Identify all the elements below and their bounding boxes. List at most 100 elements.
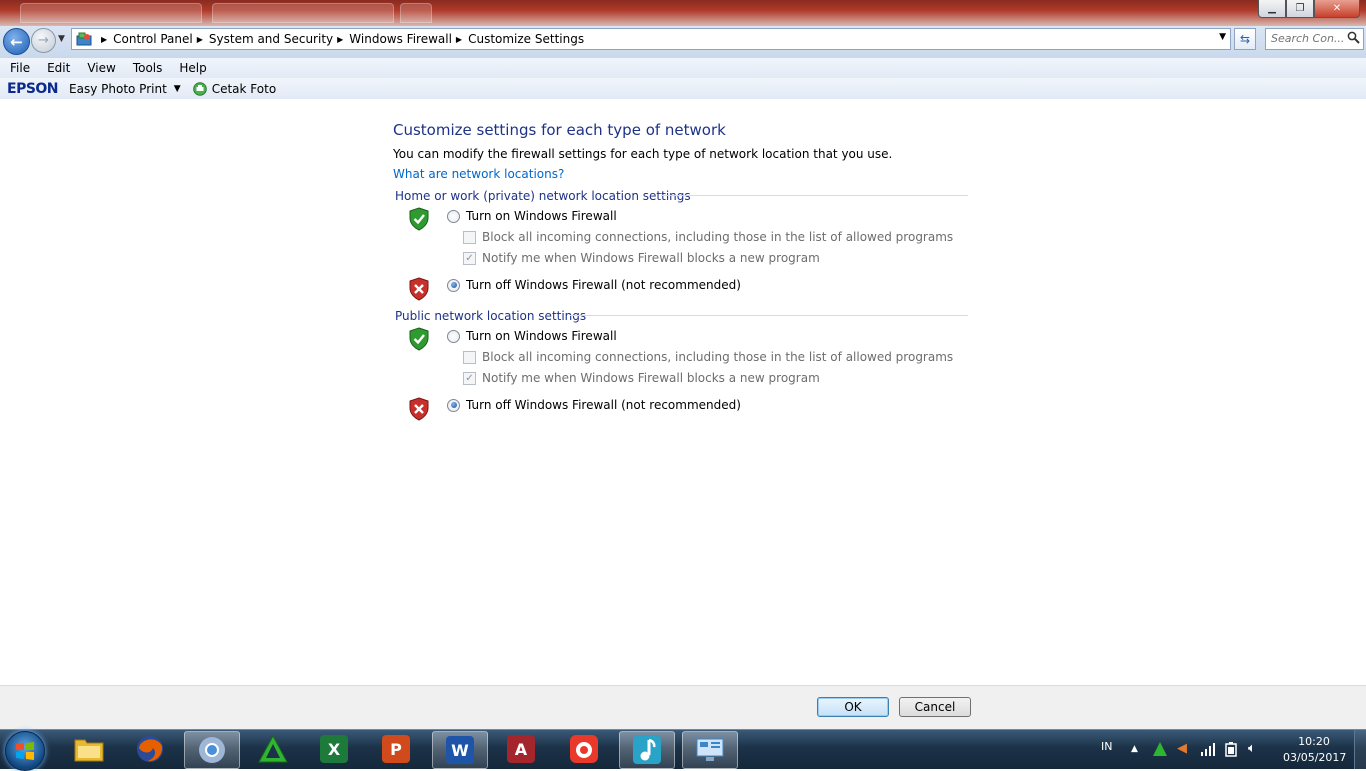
breadcrumb-separator[interactable]: ▶ xyxy=(101,35,107,44)
clock-date: 03/05/2017 xyxy=(1283,751,1347,764)
public-turn-on-radio[interactable] xyxy=(447,329,460,343)
address-dropdown[interactable]: ▼ xyxy=(1219,32,1226,42)
breadcrumb-label: Windows Firewall xyxy=(349,32,452,46)
speaker-warning-icon[interactable]: ◀ xyxy=(1177,741,1187,756)
window-title-bar: ▁ ❐ ✕ xyxy=(0,0,1366,26)
taskbar-music-app[interactable] xyxy=(619,731,675,769)
access-icon: A xyxy=(507,735,535,763)
printer-icon[interactable] xyxy=(192,81,207,96)
battery-icon[interactable] xyxy=(1224,741,1238,757)
chevron-down-icon[interactable]: ▼ xyxy=(174,84,181,94)
main-content: Customize settings for each type of netw… xyxy=(0,99,1366,685)
camera-icon xyxy=(570,735,598,763)
background-tab[interactable] xyxy=(20,3,202,23)
menu-bar: File Edit View Tools Help xyxy=(0,58,1366,78)
checkbox-label: Notify me when Windows Firewall blocks a… xyxy=(482,251,820,265)
breadcrumb-control-panel[interactable]: Control Panel xyxy=(113,32,193,46)
taskbar-powerpoint[interactable]: P xyxy=(369,731,423,767)
menu-view[interactable]: View xyxy=(80,61,122,75)
private-turn-on-radio[interactable] xyxy=(447,209,460,223)
menu-file[interactable]: File xyxy=(3,61,37,75)
signal-strength-icon[interactable] xyxy=(1200,742,1216,756)
public-block-checkbox xyxy=(463,350,476,364)
triangle-tray-icon[interactable] xyxy=(1152,741,1168,757)
taskbar-control-panel[interactable] xyxy=(682,731,738,769)
refresh-button[interactable]: ⇆ xyxy=(1234,28,1256,50)
menu-edit[interactable]: Edit xyxy=(40,61,77,75)
restore-icon: ❐ xyxy=(1295,3,1305,14)
arrow-right-icon: → xyxy=(38,33,49,48)
minimize-button[interactable]: ▁ xyxy=(1258,0,1286,18)
show-desktop-button[interactable] xyxy=(1354,730,1366,769)
close-button[interactable]: ✕ xyxy=(1314,0,1360,18)
private-turn-off-radio[interactable] xyxy=(447,278,460,292)
menu-tools[interactable]: Tools xyxy=(126,61,170,75)
clock-time: 10:20 xyxy=(1298,735,1330,748)
taskbar-access[interactable]: A xyxy=(494,731,548,767)
search-icon[interactable] xyxy=(1347,31,1360,44)
breadcrumb-windows-firewall[interactable]: Windows Firewall xyxy=(349,32,452,46)
back-button[interactable]: ← xyxy=(3,28,30,55)
language-indicator[interactable]: IN xyxy=(1101,740,1112,753)
breadcrumb-separator[interactable]: ▶ xyxy=(456,35,462,44)
background-tab[interactable] xyxy=(212,3,394,23)
easy-photo-print-button[interactable]: Easy Photo Print ▼ xyxy=(69,82,181,96)
volume-icon[interactable]: 🔈︎ xyxy=(1248,741,1256,756)
windows-logo-icon xyxy=(16,742,34,760)
music-icon xyxy=(633,736,661,764)
network-locations-link[interactable]: What are network locations? xyxy=(393,167,564,181)
public-turn-on-option[interactable]: Turn on Windows Firewall xyxy=(447,329,617,343)
start-button[interactable] xyxy=(5,731,45,771)
excel-icon: X xyxy=(320,735,348,763)
taskbar-explorer[interactable] xyxy=(62,731,116,767)
checkbox-label: Block all incoming connections, includin… xyxy=(482,350,954,364)
forward-button[interactable]: → xyxy=(31,28,56,53)
section-divider xyxy=(661,195,968,196)
public-turn-off-radio[interactable] xyxy=(447,398,460,412)
close-icon: ✕ xyxy=(1332,3,1342,14)
maximize-button[interactable]: ❐ xyxy=(1286,0,1314,18)
green-shield-icon xyxy=(409,327,429,351)
taskbar-firefox[interactable] xyxy=(123,731,177,767)
recent-pages-dropdown[interactable]: ▼ xyxy=(58,34,65,44)
chevron-down-icon: ▼ xyxy=(58,34,65,44)
system-clock[interactable]: 10:20 03/05/2017 xyxy=(1283,734,1347,766)
breadcrumb-system-security[interactable]: System and Security xyxy=(209,32,333,46)
cetak-foto-button[interactable]: Cetak Foto xyxy=(212,82,276,96)
taskbar-excel[interactable]: X xyxy=(307,731,361,767)
search-input[interactable] xyxy=(1266,29,1347,47)
page-description: You can modify the firewall settings for… xyxy=(393,147,893,161)
dialog-footer: OK Cancel xyxy=(0,685,1366,730)
background-tab[interactable] xyxy=(400,3,432,23)
breadcrumb-separator[interactable]: ▶ xyxy=(197,35,203,44)
public-turn-off-option[interactable]: Turn off Windows Firewall (not recommend… xyxy=(447,398,741,412)
red-shield-icon xyxy=(409,397,429,421)
show-hidden-icons-button[interactable]: ▲ xyxy=(1131,744,1138,754)
section-divider xyxy=(570,315,968,316)
private-network-heading: Home or work (private) network location … xyxy=(395,189,691,203)
control-panel-icon xyxy=(696,738,724,761)
word-icon: W xyxy=(446,736,474,764)
breadcrumb-customize-settings[interactable]: Customize Settings xyxy=(468,32,584,46)
private-turn-off-option[interactable]: Turn off Windows Firewall (not recommend… xyxy=(447,278,741,292)
cancel-button[interactable]: Cancel xyxy=(899,697,971,717)
taskbar-green-app[interactable] xyxy=(246,731,300,767)
epson-logo: EPSON xyxy=(7,80,59,97)
epson-toolbar: EPSON Easy Photo Print ▼ Cetak Foto xyxy=(0,78,1366,100)
taskbar-camera-app[interactable] xyxy=(557,731,611,767)
taskbar: X P W A IN ▲ ◀ 🔈︎ 10:20 03/05/2017 xyxy=(0,729,1366,771)
breadcrumb-separator[interactable]: ▶ xyxy=(337,35,343,44)
taskbar-chrome[interactable] xyxy=(184,731,240,769)
arrow-left-icon: ← xyxy=(10,32,23,51)
ok-button[interactable]: OK xyxy=(817,697,889,717)
menu-help[interactable]: Help xyxy=(172,61,213,75)
private-turn-on-option[interactable]: Turn on Windows Firewall xyxy=(447,209,617,223)
refresh-icon: ⇆ xyxy=(1239,32,1251,46)
public-notify-option: ✓ Notify me when Windows Firewall blocks… xyxy=(463,371,820,385)
address-bar[interactable]: ▶ Control Panel ▶ System and Security ▶ … xyxy=(71,28,1231,50)
radio-label: Turn off Windows Firewall (not recommend… xyxy=(466,398,741,412)
taskbar-word[interactable]: W xyxy=(432,731,488,769)
radio-label: Turn on Windows Firewall xyxy=(466,329,617,343)
navigation-bar: ← → ▼ ▶ Control Panel ▶ System and Secur… xyxy=(0,26,1366,58)
breadcrumb-label: Customize Settings xyxy=(468,32,585,46)
